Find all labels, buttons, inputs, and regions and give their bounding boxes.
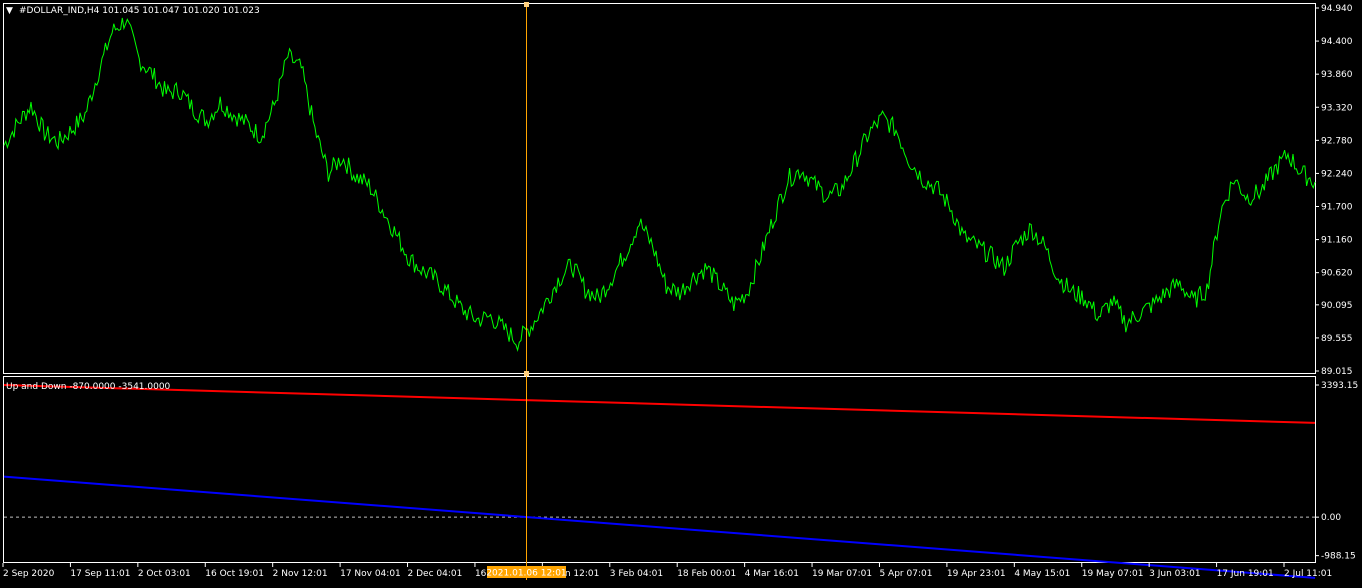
price-header-arrow-icon[interactable]: ▼ bbox=[6, 6, 13, 16]
time-axis-label: 4 Mar 16:01 bbox=[745, 569, 799, 579]
time-axis-label: 18 Feb 00:01 bbox=[677, 569, 736, 579]
chart-window[interactable]: 94.940 94.400 93.860 93.320 92.780 92.240 91.7… bbox=[0, 0, 1362, 584]
price-y-tick-label: 94.400 bbox=[1321, 37, 1353, 47]
price-y-tick-label: 93.320 bbox=[1321, 103, 1353, 113]
chart-canvas[interactable]: 94.940 94.400 93.860 93.320 92.780 92.240 91.7… bbox=[0, 0, 1362, 584]
indicator-header-label: Up and Down -870.0000 -3541.0000 bbox=[6, 382, 171, 392]
indicator-y-tick-label: -988.15 bbox=[1321, 552, 1356, 562]
time-axis-label: 2 Oct 03:01 bbox=[138, 569, 191, 579]
price-y-tick-label: 90.095 bbox=[1321, 301, 1353, 311]
time-axis-label: 19 Mar 07:01 bbox=[812, 569, 872, 579]
time-axis-label: 2 Dec 04:01 bbox=[408, 569, 463, 579]
time-axis-label: 2 Nov 12:01 bbox=[273, 569, 328, 579]
time-axis-label: 2 Jul 11:01 bbox=[1284, 569, 1332, 579]
indicator-y-tick-label: 0.00 bbox=[1321, 513, 1341, 523]
price-y-tick-label: 92.240 bbox=[1321, 169, 1353, 179]
price-y-tick-label: 94.940 bbox=[1321, 4, 1353, 14]
price-y-tick-label: 93.860 bbox=[1321, 70, 1353, 80]
time-axis-label: 19 Apr 23:01 bbox=[947, 569, 1006, 579]
time-axis-label: 17 Sep 11:01 bbox=[70, 569, 130, 579]
time-axis-label: 5 Apr 07:01 bbox=[879, 569, 932, 579]
price-y-tick-label: 90.620 bbox=[1321, 269, 1353, 279]
time-axis-label: 2 Sep 2020 bbox=[3, 569, 55, 579]
crosshair-time-label: 2021.01.06 12:01 bbox=[486, 569, 566, 579]
time-axis-label: 16 Oct 19:01 bbox=[205, 569, 264, 579]
price-y-tick-label: 91.700 bbox=[1321, 203, 1353, 213]
price-y-tick-label: 91.160 bbox=[1321, 236, 1353, 246]
crosshair-top-handle[interactable] bbox=[524, 2, 529, 7]
time-axis-label: 19 May 07:01 bbox=[1082, 569, 1144, 579]
price-y-tick-label: 89.015 bbox=[1321, 367, 1353, 377]
price-header-label: #DOLLAR_IND,H4 101.045 101.047 101.020 1… bbox=[19, 6, 260, 16]
crosshair-bottom-handle[interactable] bbox=[524, 371, 529, 376]
time-axis-label: 3 Feb 04:01 bbox=[610, 569, 663, 579]
time-axis-label: 17 Nov 04:01 bbox=[340, 569, 401, 579]
price-y-tick-label: 89.555 bbox=[1321, 334, 1353, 344]
indicator-y-tick-label: 3393.15 bbox=[1321, 381, 1358, 391]
price-y-tick-label: 92.780 bbox=[1321, 136, 1353, 146]
time-axis-label: 17 Jun 19:01 bbox=[1217, 569, 1274, 579]
time-axis-label: 3 Jun 03:01 bbox=[1149, 569, 1200, 579]
time-axis-label: 4 May 15:01 bbox=[1014, 569, 1070, 579]
